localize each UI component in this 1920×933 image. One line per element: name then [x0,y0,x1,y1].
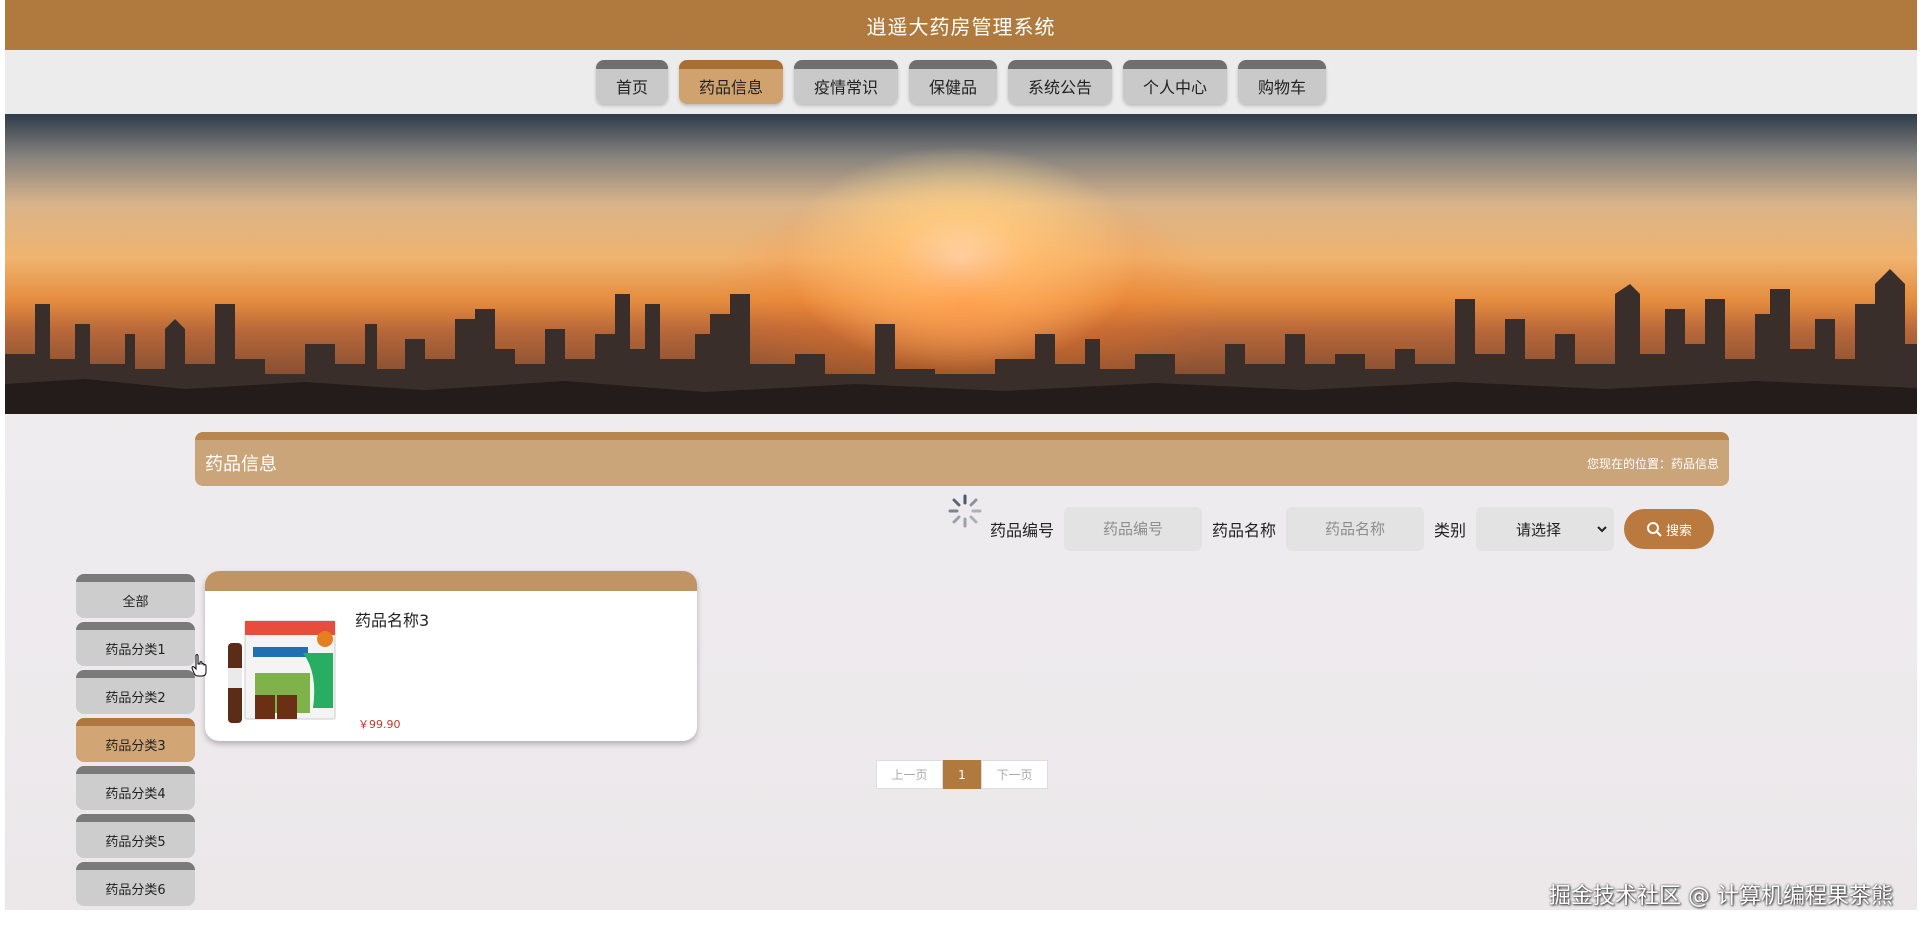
category-4[interactable]: 药品分类4 [76,766,195,810]
search-button-label: 搜索 [1666,523,1693,539]
app-frame: 逍遥大药房管理系统 首页 药品信息 疫情常识 保健品 系统公告 个人中心 购物车… [5,0,1917,910]
category-label: 类别 [1434,521,1467,540]
category-select[interactable]: 请选择 [1476,507,1615,551]
hand-cursor-icon [191,654,207,677]
search-form: 药品编号 药品名称 类别 请选择 搜索 [990,507,1715,551]
app-header: 逍遥大药房管理系统 [5,0,1917,50]
category-6[interactable]: 药品分类6 [76,862,195,906]
next-page-button[interactable]: 下一页 [981,760,1048,789]
breadcrumb: 您现在的位置：药品信息 [1586,456,1719,471]
name-label: 药品名称 [1212,521,1277,540]
product-card[interactable]: 药品名称3 ￥99.90 [205,571,697,741]
section-header: 药品信息 您现在的位置：药品信息 [195,432,1729,486]
chevron-down-icon [1597,526,1607,533]
nav-announcements[interactable]: 系统公告 [1008,60,1113,104]
nav-personal-center[interactable]: 个人中心 [1123,60,1228,104]
category-sidebar: 全部 药品分类1 药品分类2 药品分类3 药品分类4 药品分类5 药品分类6 [76,574,195,910]
city-sunset-banner [5,114,1917,414]
category-all[interactable]: 全部 [76,574,195,618]
category-5[interactable]: 药品分类5 [76,814,195,858]
name-input[interactable] [1286,507,1425,551]
main-nav: 首页 药品信息 疫情常识 保健品 系统公告 个人中心 购物车 [5,50,1917,114]
category-1[interactable]: 药品分类1 [76,622,195,666]
nav-cart[interactable]: 购物车 [1238,60,1327,104]
current-page[interactable]: 1 [943,760,981,789]
search-icon [1647,522,1662,537]
category-2[interactable]: 药品分类2 [76,670,195,714]
product-price: ￥99.90 [358,718,401,731]
loading-spinner-icon [948,494,982,528]
nav-medicine-info[interactable]: 药品信息 [678,60,783,104]
product-card-header [205,571,697,591]
medicine-box-image [228,620,336,723]
code-input[interactable] [1064,507,1203,551]
code-label: 药品编号 [990,521,1055,540]
watermark-text: 掘金技术社区 @ 计算机编程果茶熊 [1549,884,1893,909]
category-select-value: 请选择 [1516,520,1562,539]
app-title: 逍遥大药房管理系统 [866,14,1056,39]
section-title: 药品信息 [205,454,277,475]
nav-epidemic-knowledge[interactable]: 疫情常识 [793,60,898,104]
product-name: 药品名称3 [355,611,430,630]
prev-page-button[interactable]: 上一页 [876,760,943,789]
nav-health-products[interactable]: 保健品 [908,60,997,104]
city-skyline [5,269,1917,414]
category-3[interactable]: 药品分类3 [76,718,195,762]
pagination: 上一页 1 下一页 [876,760,1048,789]
nav-home[interactable]: 首页 [595,60,668,104]
search-button[interactable]: 搜索 [1624,509,1715,549]
